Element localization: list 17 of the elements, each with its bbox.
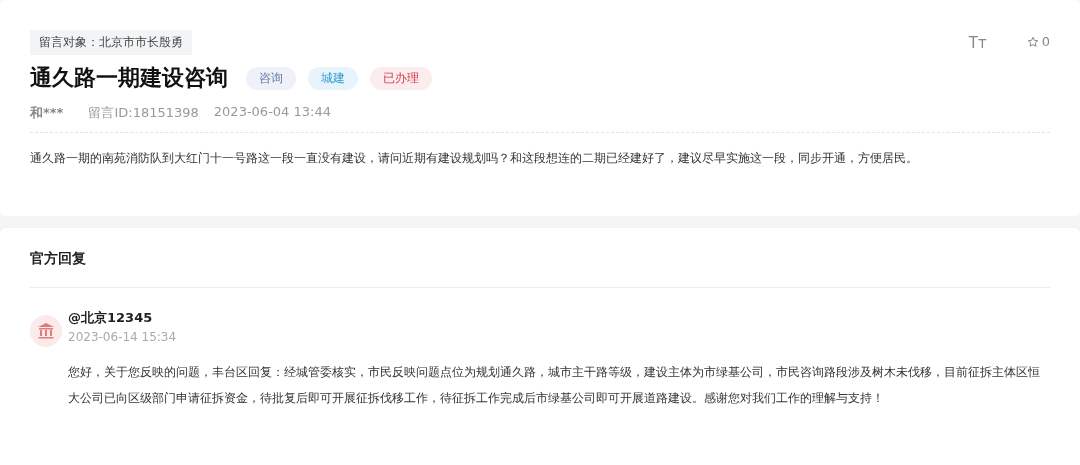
author-name: 和*** [30,104,64,122]
responder-name: @北京12345 [68,309,154,327]
recipient-label: 留言对象：北京市市长殷勇 [30,30,192,55]
tag: 已办理 [370,66,432,90]
tag: 城建 [308,66,358,90]
message-id: 留言ID:18151398 [88,104,199,122]
message-body: 通久路一期的南苑消防队到大红门十一号路这一段一直没有建设，请问近期有建设规划吗？和这段想连的二期已经建好了，建议尽早实施这一段，同步开通，方便居民。 [30,150,919,167]
reply-body: 您好，关于您反映的问题，丰台区回复：经城管委核实，市民反映问题点位为规划通久路，城市主干路等级，建设主体为市绿基公司，市民咨询路段涉及树木未伐移，目前征拆主体区恒大公司已向区级部门申请征拆资金，待批复后即可开展征拆伐移工作，待征拆工作完成后市绿基公司即可开展道路建设。感谢您对我们工作的理解与支持！ [68,364,1040,407]
star-icon [1026,35,1039,48]
post-time: 2023-06-04 13:44 [213,104,331,121]
reply-time: 2023-06-14 15:34 [68,330,177,344]
government-building-icon [30,315,62,347]
message-title: 通久路一期建设咨询 [30,64,228,92]
tag: 咨询 [246,66,296,90]
font-size-button[interactable]: Tт [968,34,987,52]
favorite-button[interactable]: 0 [1026,34,1050,49]
section-heading: 官方回复 [30,250,1050,288]
